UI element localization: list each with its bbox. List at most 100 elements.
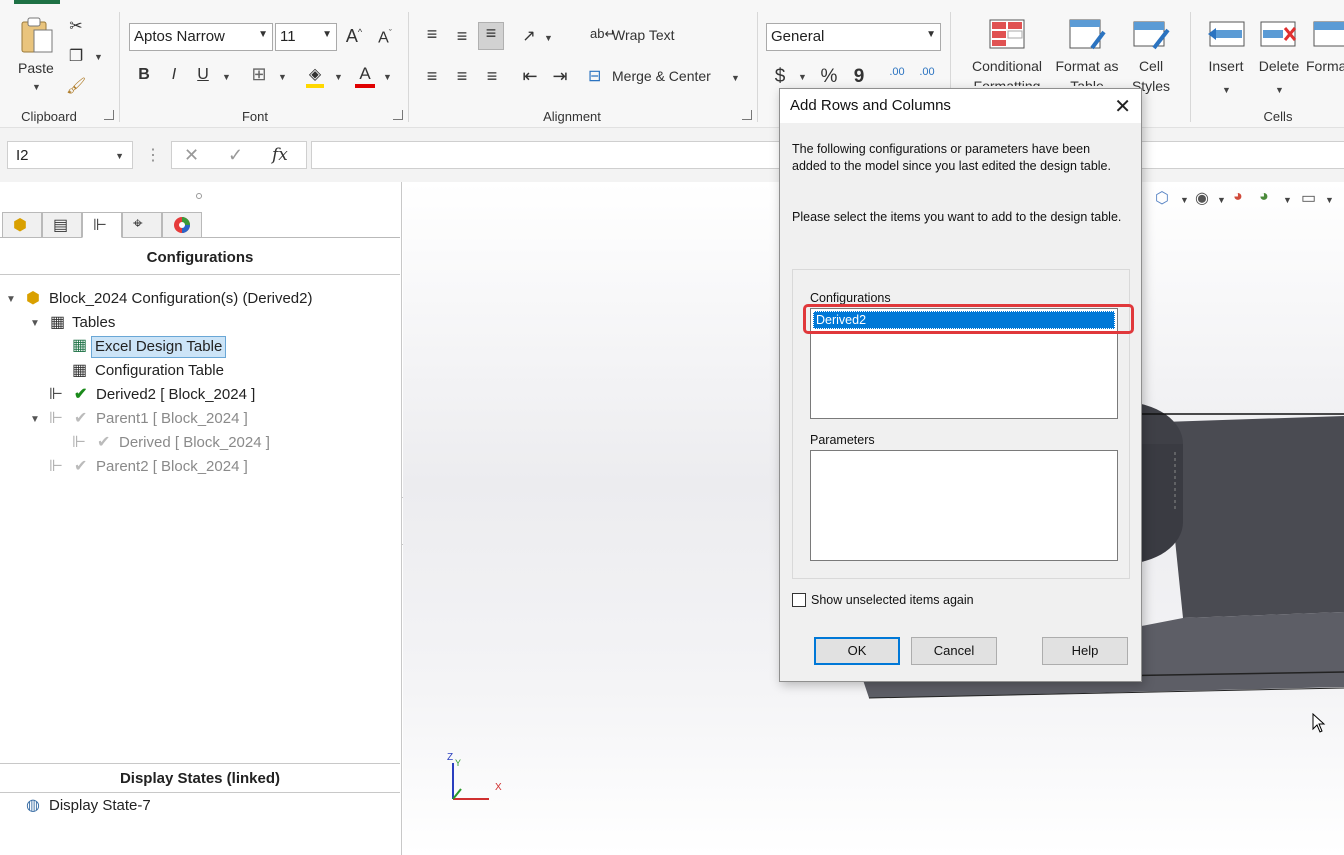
show-unselected-label[interactable]: Show unselected items again	[811, 593, 974, 607]
currency-button[interactable]: $	[772, 66, 788, 88]
font-family-select[interactable]: Aptos Narrow ▼	[129, 23, 273, 51]
expand-toggle-icon[interactable]: ▼	[6, 294, 16, 305]
group-divider	[1190, 12, 1191, 122]
fill-color-icon[interactable]: ◈	[304, 64, 326, 88]
tab-configuration-manager[interactable]: ⊩	[82, 212, 122, 238]
font-launcher-icon[interactable]	[393, 110, 403, 120]
chevron-down-icon[interactable]: ▼	[798, 72, 807, 82]
view-orientation-icon[interactable]: ⬡	[1155, 188, 1169, 208]
decrease-decimal-icon[interactable]: .00	[914, 66, 940, 78]
borders-icon[interactable]: ⊞	[248, 64, 270, 85]
percent-button[interactable]: %	[818, 66, 840, 88]
format-as-table-button[interactable]: Format as Table	[1052, 18, 1122, 94]
chevron-down-icon: ▼	[731, 73, 740, 83]
align-top-icon[interactable]: ≡	[420, 24, 444, 45]
tab-feature-manager[interactable]: ⬢	[2, 212, 42, 238]
tree-item-derived2[interactable]: Derived2 [ Block_2024 ]	[96, 385, 255, 405]
crosshair-icon: ⌖	[133, 214, 143, 233]
show-unselected-checkbox[interactable]	[792, 593, 806, 607]
font-color-button[interactable]: A	[354, 64, 376, 88]
conditional-formatting-button[interactable]: Conditional Formatting	[960, 18, 1054, 94]
delete-cells-icon	[1260, 21, 1297, 47]
orientation-icon[interactable]: ↗	[518, 26, 540, 46]
chevron-down-icon[interactable]: ▼	[383, 72, 392, 82]
cancel-button[interactable]: Cancel	[911, 637, 997, 665]
close-icon[interactable]: ✕	[1114, 94, 1131, 119]
copy-icon[interactable]: ❐	[66, 46, 86, 66]
chevron-down-icon[interactable]: ▼	[1180, 195, 1189, 205]
chevron-down-icon: ▼	[1222, 85, 1231, 95]
format-cells-label: Format	[1306, 58, 1344, 74]
expand-toggle-icon[interactable]: ▼	[30, 414, 40, 425]
tab-dimxpert-manager[interactable]: ⌖	[122, 212, 162, 238]
tree-item-root[interactable]: Block_2024 Configuration(s) (Derived2)	[49, 289, 312, 309]
cut-icon[interactable]: ✂	[66, 16, 86, 36]
wrap-text-button[interactable]: ab↵ Wrap Text	[588, 26, 688, 48]
tree-item-parent1[interactable]: Parent1 [ Block_2024 ]	[96, 409, 248, 429]
align-center-icon[interactable]: ≡	[450, 66, 474, 87]
tables-folder-icon: ▦	[50, 314, 66, 331]
highlight-annotation	[803, 304, 1134, 334]
ok-button[interactable]: OK	[814, 637, 900, 665]
chevron-down-icon[interactable]: ▼	[544, 33, 553, 43]
decrease-font-icon[interactable]: Aˇ	[374, 28, 396, 47]
help-button[interactable]: Help	[1042, 637, 1128, 665]
tree-item-parent2[interactable]: Parent2 [ Block_2024 ]	[96, 457, 248, 477]
paste-button[interactable]: Paste ▼	[14, 16, 60, 94]
align-middle-icon[interactable]: ≡	[450, 26, 474, 47]
align-right-icon[interactable]: ≡	[480, 66, 504, 87]
decrease-indent-icon[interactable]: ⇤	[518, 66, 542, 87]
check-icon: ✔	[97, 434, 111, 451]
alignment-launcher-icon[interactable]	[742, 110, 752, 120]
parameters-list[interactable]	[810, 450, 1118, 561]
chevron-down-icon: ▼	[258, 29, 268, 40]
merge-center-button[interactable]: ⊟ Merge & Center ▼	[588, 66, 743, 88]
increase-font-icon[interactable]: A^	[343, 26, 365, 47]
clipboard-launcher-icon[interactable]	[104, 110, 114, 120]
enter-icon[interactable]: ✓	[228, 145, 243, 166]
name-box[interactable]: I2 ▼	[7, 141, 133, 169]
number-format-select[interactable]: General ▼	[766, 23, 941, 51]
panel-splitter-handle[interactable]	[196, 193, 202, 199]
part-config-icon: ⬢	[26, 290, 40, 307]
tree-item-derived[interactable]: Derived [ Block_2024 ]	[119, 433, 270, 453]
cell-styles-button[interactable]: Cell Styles	[1122, 18, 1180, 94]
chevron-down-icon[interactable]: ▼	[278, 72, 287, 82]
tab-property-manager[interactable]: ▤	[42, 212, 82, 238]
align-bottom-icon[interactable]: ≡	[478, 22, 504, 50]
group-divider	[408, 12, 409, 122]
feature-manager-icon: ⬢	[13, 217, 27, 234]
format-painter-icon[interactable]: 🖌	[66, 76, 86, 96]
increase-indent-icon[interactable]: ⇥	[548, 66, 572, 87]
insert-cells-button[interactable]: Insert ▼	[1200, 18, 1252, 95]
font-size-select[interactable]: 11 ▼	[275, 23, 337, 51]
edit-appearance-icon[interactable]: ◕	[1233, 188, 1243, 206]
chevron-down-icon[interactable]: ▼	[1325, 195, 1334, 205]
chevron-down-icon[interactable]: ▼	[222, 72, 231, 82]
bold-button[interactable]: B	[134, 66, 154, 84]
expand-toggle-icon[interactable]: ▼	[30, 318, 40, 329]
tree-item-tables[interactable]: Tables	[72, 313, 115, 333]
chevron-down-icon[interactable]: ▼	[334, 72, 343, 82]
comma-style-button[interactable]: 9	[850, 66, 868, 88]
cancel-icon[interactable]: ✕	[184, 145, 199, 166]
tab-display-manager[interactable]	[162, 212, 202, 238]
chevron-down-icon[interactable]: ▼	[1283, 195, 1292, 205]
tree-item-display-state[interactable]: Display State-7	[49, 796, 151, 816]
heading-divider	[0, 274, 400, 275]
align-left-icon[interactable]: ≡	[420, 66, 444, 87]
delete-cells-button[interactable]: Delete ▼	[1254, 18, 1304, 95]
underline-button[interactable]: U	[193, 66, 213, 84]
tree-item-configuration-table[interactable]: Configuration Table	[95, 361, 224, 381]
italic-button[interactable]: I	[164, 66, 184, 84]
tree-item-excel-design-table[interactable]: Excel Design Table	[91, 336, 227, 358]
hide-show-icon[interactable]: ◉	[1195, 188, 1209, 208]
chevron-down-icon[interactable]: ▼	[1217, 195, 1226, 205]
chevron-down-icon[interactable]: ▼	[94, 52, 103, 62]
display-states-divider-top	[0, 763, 400, 764]
insert-function-button[interactable]: fx	[272, 145, 288, 165]
format-cells-button[interactable]: Format	[1306, 18, 1344, 94]
increase-decimal-icon[interactable]: .00	[884, 66, 910, 78]
view-settings-icon[interactable]: ▭	[1301, 188, 1316, 208]
apply-scene-icon[interactable]: ◕	[1259, 188, 1269, 206]
